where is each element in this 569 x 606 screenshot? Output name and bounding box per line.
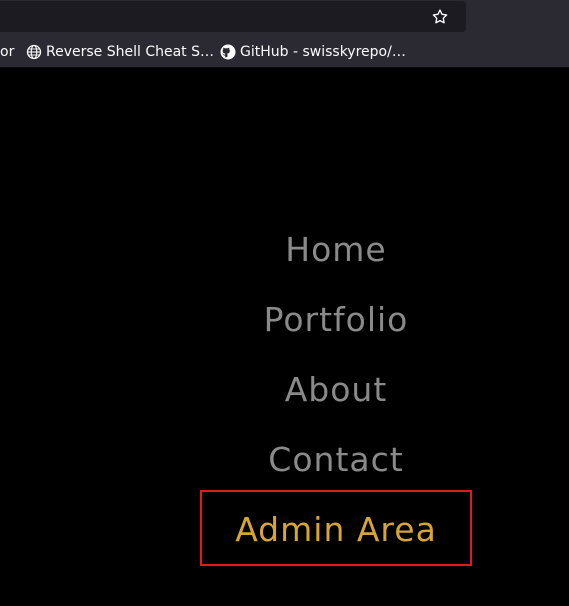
browser-chrome: or Reverse Shell Cheat S… GitHub - swiss… xyxy=(0,0,569,68)
page-content: Home Portfolio About Contact Admin Area xyxy=(0,68,569,606)
nav-link-portfolio[interactable]: Portfolio xyxy=(200,300,472,339)
url-bar[interactable] xyxy=(0,1,466,32)
nav-link-contact[interactable]: Contact xyxy=(200,440,472,479)
bookmark-star-icon[interactable] xyxy=(431,8,449,26)
bookmarks-toolbar: or Reverse Shell Cheat S… GitHub - swiss… xyxy=(0,38,569,66)
github-icon xyxy=(220,44,236,60)
bookmark-item-reverse-shell[interactable]: Reverse Shell Cheat S… xyxy=(26,38,214,66)
bookmark-label: Reverse Shell Cheat S… xyxy=(46,44,214,60)
globe-icon xyxy=(26,44,42,60)
bookmark-item-partial[interactable]: or xyxy=(0,38,14,66)
nav-link-about[interactable]: About xyxy=(200,370,472,409)
bookmark-label: GitHub - swisskyrepo/… xyxy=(240,44,406,60)
bookmark-item-github[interactable]: GitHub - swisskyrepo/… xyxy=(220,38,406,66)
nav-link-home[interactable]: Home xyxy=(200,230,472,269)
nav-link-admin-area[interactable]: Admin Area xyxy=(200,490,472,566)
bookmark-label: or xyxy=(0,44,15,60)
